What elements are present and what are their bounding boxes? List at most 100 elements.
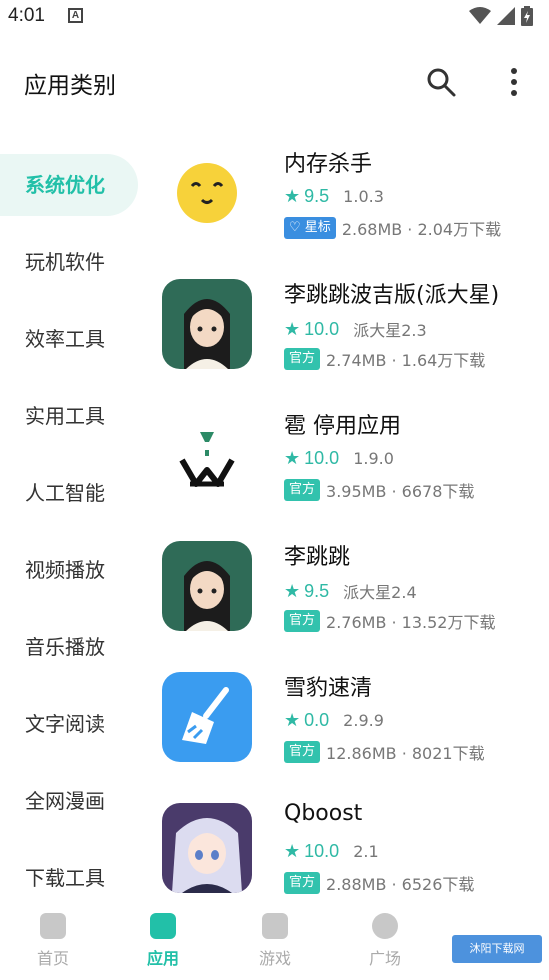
status-bar: 4:01 A	[0, 0, 549, 34]
category-item[interactable]: 音乐播放	[0, 612, 150, 689]
app-meta: ★ 9.5 1.0.3	[284, 186, 384, 207]
app-size-downloads: 12.86MB · 8021下载	[326, 744, 485, 763]
gamepad-icon	[262, 913, 288, 939]
star-badge: ♡ 星标	[284, 217, 336, 239]
app-stats: 官方 2.76MB · 13.52万下载	[284, 609, 496, 633]
app-size-downloads: 2.74MB · 1.64万下载	[326, 351, 486, 370]
nav-label: 应用	[146, 949, 179, 968]
status-time: 4:01	[8, 5, 45, 26]
category-item[interactable]: 全网漫画	[0, 766, 150, 843]
anime-girl-icon	[162, 803, 252, 893]
app-name: 李跳跳波吉版(派大星)	[284, 283, 500, 308]
badge-label: 星标	[304, 220, 331, 235]
app-version: 1.0.3	[343, 187, 384, 206]
category-label: 音乐播放	[25, 635, 105, 659]
app-stats: 官方 2.88MB · 6526下载	[284, 871, 474, 895]
app-meta: ★ 9.5 派大星2.4	[284, 579, 417, 603]
app-size-downloads: 2.88MB · 6526下载	[326, 875, 475, 894]
star-icon: ★	[284, 580, 301, 602]
official-badge: 官方	[284, 348, 321, 370]
nav-square[interactable]: 广场	[345, 913, 425, 969]
app-list-item[interactable]: 李跳跳波吉版(派大星) ★ 10.0 派大星2.3 官方 2.74MB · 1.…	[150, 271, 549, 402]
app-meta: ★ 10.0 1.9.0	[284, 448, 394, 469]
watermark-logo: 沐阳下载网	[452, 935, 542, 963]
search-icon[interactable]	[425, 66, 457, 98]
app-list: 内存杀手 ★ 9.5 1.0.3 ♡ 星标 2.68MB · 2.04万下载 李…	[150, 140, 549, 926]
official-badge: 官方	[284, 872, 321, 894]
category-item[interactable]: 系统优化	[0, 150, 150, 227]
yellow-face-icon	[177, 163, 237, 223]
page-title: 应用类别	[24, 73, 116, 99]
category-label: 视频播放	[25, 558, 105, 582]
app-rating: 9.5	[304, 186, 330, 206]
category-label: 玩机软件	[25, 250, 105, 274]
app-rating: 10.0	[304, 841, 340, 861]
app-size-downloads: 2.68MB · 2.04万下载	[341, 220, 502, 239]
app-rating: 10.0	[304, 318, 340, 339]
home-icon	[40, 913, 66, 939]
app-name: Qboost	[284, 801, 363, 826]
nav-games[interactable]: 游戏	[235, 913, 315, 969]
app-list-item[interactable]: 雹 停用应用 ★ 10.0 1.9.0 官方 3.95MB · 6678下载	[150, 402, 549, 533]
app-name: 雹 停用应用	[284, 414, 401, 439]
more-options-icon[interactable]	[500, 66, 528, 98]
nav-label: 广场	[368, 949, 401, 968]
star-icon: ★	[284, 841, 301, 862]
status-icons	[469, 6, 533, 26]
hourglass-logo-icon	[162, 410, 252, 500]
battery-icon	[521, 6, 533, 26]
broom-icon	[162, 672, 252, 762]
app-rating: 9.5	[304, 580, 330, 601]
app-stats: 官方 2.74MB · 1.64万下载	[284, 347, 485, 371]
app-version: 派大星2.4	[343, 583, 417, 602]
category-sidebar: 系统优化 玩机软件 效率工具 实用工具 人工智能 视频播放 音乐播放 文字阅读 …	[0, 150, 150, 920]
cube-icon	[150, 913, 176, 939]
notification-a-icon: A	[68, 8, 83, 23]
category-label: 下载工具	[25, 866, 105, 890]
category-label: 文字阅读	[25, 712, 105, 736]
app-rating: 0.0	[304, 710, 330, 730]
app-name: 李跳跳	[284, 545, 351, 570]
nav-home[interactable]: 首页	[13, 913, 93, 969]
app-version: 1.9.0	[353, 449, 394, 468]
app-list-item[interactable]: 李跳跳 ★ 9.5 派大星2.4 官方 2.76MB · 13.52万下载	[150, 533, 549, 664]
app-stats: 官方 12.86MB · 8021下载	[284, 740, 485, 764]
category-item[interactable]: 效率工具	[0, 304, 150, 381]
category-label: 系统优化	[25, 173, 105, 197]
app-version: 2.1	[353, 842, 379, 861]
category-item[interactable]: 视频播放	[0, 535, 150, 612]
star-icon: ★	[284, 448, 301, 469]
app-version: 派大星2.3	[353, 321, 427, 340]
official-badge: 官方	[284, 741, 321, 763]
app-version: 2.9.9	[343, 711, 384, 730]
category-label: 实用工具	[25, 404, 105, 428]
official-badge: 官方	[284, 479, 321, 501]
star-icon: ★	[284, 186, 301, 207]
app-meta: ★ 10.0 派大星2.3	[284, 317, 427, 341]
category-item[interactable]: 人工智能	[0, 458, 150, 535]
nav-apps[interactable]: 应用	[123, 913, 203, 969]
signal-icon	[497, 7, 515, 25]
girl-avatar-icon	[162, 279, 252, 369]
category-item[interactable]: 玩机软件	[0, 227, 150, 304]
category-label: 全网漫画	[25, 789, 105, 813]
chat-bubble-icon	[372, 913, 398, 939]
app-list-item[interactable]: 内存杀手 ★ 9.5 1.0.3 ♡ 星标 2.68MB · 2.04万下载	[150, 140, 549, 271]
star-icon: ★	[284, 710, 301, 731]
wifi-icon	[469, 7, 491, 24]
app-meta: ★ 0.0 2.9.9	[284, 710, 384, 731]
category-label: 效率工具	[25, 327, 105, 351]
app-bar: 应用类别	[0, 52, 549, 112]
app-stats: 官方 3.95MB · 6678下载	[284, 478, 474, 502]
girl-avatar-icon	[162, 541, 252, 631]
app-meta: ★ 10.0 2.1	[284, 841, 379, 862]
nav-label: 首页	[36, 949, 69, 968]
category-item[interactable]: 实用工具	[0, 381, 150, 458]
app-list-item[interactable]: 雪豹速清 ★ 0.0 2.9.9 官方 12.86MB · 8021下载	[150, 664, 549, 795]
category-item[interactable]: 文字阅读	[0, 689, 150, 766]
app-name: 内存杀手	[284, 152, 373, 177]
app-size-downloads: 2.76MB · 13.52万下载	[326, 613, 496, 632]
official-badge: 官方	[284, 610, 321, 632]
app-name: 雪豹速清	[284, 676, 373, 701]
nav-label: 游戏	[258, 949, 291, 968]
